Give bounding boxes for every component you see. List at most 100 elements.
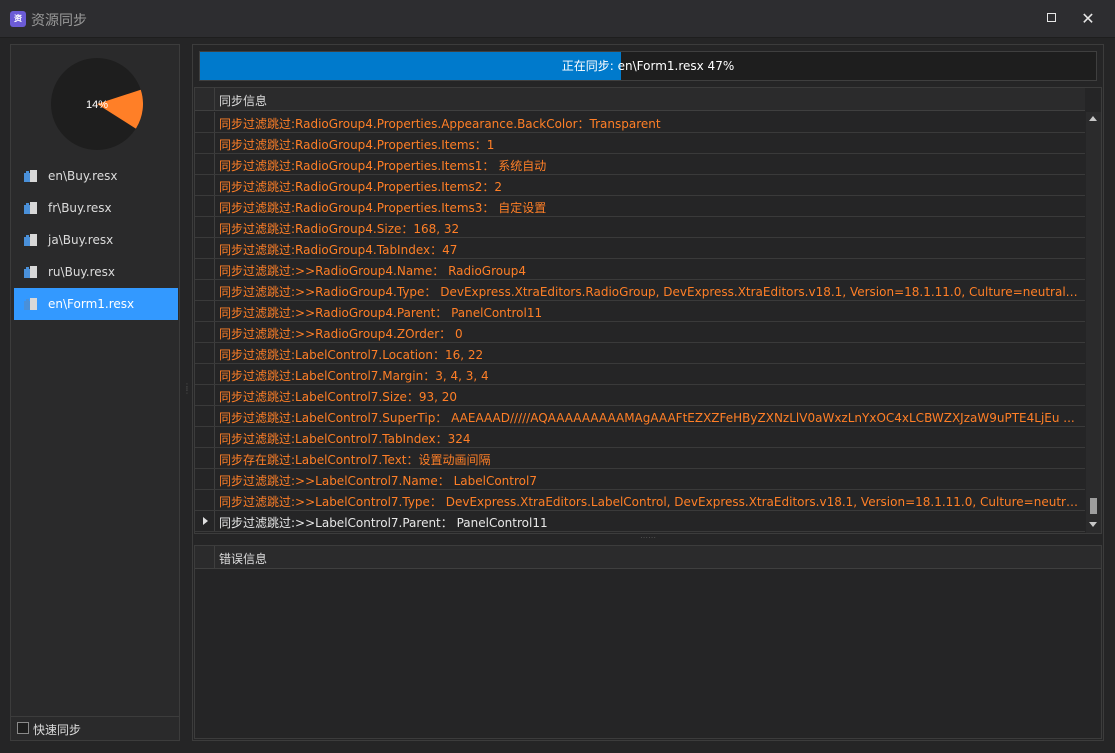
table-row[interactable]: 同步存在跳过:LabelControl7.Text：设置动画间隔 xyxy=(195,448,1085,469)
table-row[interactable]: 同步过滤跳过:LabelControl7.SuperTip： AAEAAAD//… xyxy=(195,406,1085,427)
sync-info-rows: 同步过滤跳过:RadioGroup4.Properties.Appearance… xyxy=(195,112,1085,532)
table-row[interactable]: 同步过滤跳过:RadioGroup4.Properties.Appearance… xyxy=(195,112,1085,133)
row-indicator[interactable] xyxy=(195,322,215,342)
table-row[interactable]: 同步过滤跳过:RadioGroup4.TabIndex：47 xyxy=(195,238,1085,259)
scroll-up-icon[interactable] xyxy=(1089,116,1097,121)
error-info-column-title[interactable]: 错误信息 xyxy=(219,550,267,567)
row-indicator[interactable] xyxy=(195,196,215,216)
sync-message: 同步过滤跳过:LabelControl7.TabIndex：324 xyxy=(219,432,471,446)
table-row[interactable]: 同步过滤跳过:>>LabelControl7.Type： DevExpress.… xyxy=(195,490,1085,511)
file-item[interactable]: ja\Buy.resx xyxy=(14,224,178,256)
table-row[interactable]: 同步过滤跳过:>>RadioGroup4.Parent： PanelContro… xyxy=(195,301,1085,322)
row-indicator[interactable] xyxy=(195,238,215,258)
row-indicator[interactable] xyxy=(195,217,215,237)
table-row[interactable]: 同步过滤跳过:LabelControl7.TabIndex：324 xyxy=(195,427,1085,448)
maximize-icon xyxy=(1046,13,1056,22)
sync-info-header: 同步信息 xyxy=(195,88,1085,111)
table-row[interactable]: 同步过滤跳过:>>RadioGroup4.Type： DevExpress.Xt… xyxy=(195,280,1085,301)
sync-message: 同步过滤跳过:LabelControl7.SuperTip： AAEAAAD//… xyxy=(219,411,1075,425)
resource-file-icon xyxy=(24,266,37,278)
sync-message: 同步过滤跳过:>>LabelControl7.Type： DevExpress.… xyxy=(219,495,1081,509)
row-indicator[interactable] xyxy=(195,364,215,384)
row-indicator[interactable] xyxy=(195,301,215,321)
table-row[interactable]: 同步过滤跳过:RadioGroup4.Size：168, 32 xyxy=(195,217,1085,238)
row-indicator[interactable] xyxy=(195,406,215,426)
table-row[interactable]: 同步过滤跳过:LabelControl7.Margin：3, 4, 3, 4 xyxy=(195,364,1085,385)
sync-message: 同步过滤跳过:LabelControl7.Location：16, 22 xyxy=(219,348,484,362)
scroll-thumb[interactable] xyxy=(1090,498,1097,514)
row-indicator-header xyxy=(195,546,215,568)
sync-message: 同步过滤跳过:>>LabelControl7.Parent： PanelCont… xyxy=(219,516,548,530)
sync-message: 同步过滤跳过:RadioGroup4.Properties.Appearance… xyxy=(219,117,661,131)
quick-sync-label: 快速同步 xyxy=(33,723,82,737)
title-bar: 资 资源同步 ✕ xyxy=(0,0,1115,38)
sync-message: 同步过滤跳过:RadioGroup4.Properties.Items3： 自定… xyxy=(219,201,547,215)
pie-percent-label: 14% xyxy=(86,99,108,111)
file-panel: 14% en\Buy.resx fr\Buy.resx ja\Buy.resx ru\… xyxy=(10,44,180,741)
vertical-scrollbar[interactable] xyxy=(1086,112,1101,533)
file-item-label: ru\Buy.resx xyxy=(48,265,116,279)
row-indicator[interactable] xyxy=(195,112,215,132)
row-indicator[interactable] xyxy=(195,343,215,363)
progress-pie-chart: 14% xyxy=(51,58,143,150)
sync-message: 同步过滤跳过:>>RadioGroup4.Parent： PanelContro… xyxy=(219,306,543,320)
close-icon: ✕ xyxy=(1081,9,1095,28)
window-title: 资源同步 xyxy=(31,13,87,29)
file-item[interactable]: en\Form1.resx xyxy=(14,288,178,320)
table-row[interactable]: 同步过滤跳过:>>RadioGroup4.ZOrder： 0 xyxy=(195,322,1085,343)
table-row[interactable]: 同步过滤跳过:>>LabelControl7.Parent： PanelCont… xyxy=(195,511,1085,532)
file-item[interactable]: ru\Buy.resx xyxy=(14,256,178,288)
row-indicator[interactable] xyxy=(195,511,215,531)
sync-info-column-title[interactable]: 同步信息 xyxy=(219,92,267,109)
row-indicator[interactable] xyxy=(195,469,215,489)
file-item-label: en\Form1.resx xyxy=(48,297,135,311)
current-row-arrow-icon xyxy=(203,517,208,525)
sync-message: 同步过滤跳过:>>RadioGroup4.ZOrder： 0 xyxy=(219,327,463,341)
table-row[interactable]: 同步过滤跳过:RadioGroup4.Properties.Items2：2 xyxy=(195,175,1085,196)
maximize-button[interactable] xyxy=(1033,5,1069,33)
row-indicator[interactable] xyxy=(195,133,215,153)
resource-file-icon xyxy=(24,234,37,246)
row-indicator[interactable] xyxy=(195,175,215,195)
sync-message: 同步过滤跳过:RadioGroup4.TabIndex：47 xyxy=(219,243,458,257)
row-indicator[interactable] xyxy=(195,385,215,405)
sync-info-grid[interactable]: 同步信息 同步过滤跳过:RadioGroup4.Properties.Appea… xyxy=(194,87,1102,534)
sync-message: 同步过滤跳过:>>RadioGroup4.Type： DevExpress.Xt… xyxy=(219,285,1081,299)
sync-message: 同步存在跳过:LabelControl7.Text：设置动画间隔 xyxy=(219,453,491,467)
resource-file-icon xyxy=(24,202,37,214)
sync-panel: 正在同步: en\Form1.resx 47% 同步信息 同步过滤跳过:Radi… xyxy=(192,44,1104,741)
row-indicator[interactable] xyxy=(195,259,215,279)
vertical-splitter-grip[interactable]: ⋮ ⋮ xyxy=(183,383,191,401)
row-indicator[interactable] xyxy=(195,154,215,174)
table-row[interactable]: 同步过滤跳过:RadioGroup4.Properties.Items：1 xyxy=(195,133,1085,154)
row-indicator[interactable] xyxy=(195,490,215,510)
sync-message: 同步过滤跳过:RadioGroup4.Properties.Items2：2 xyxy=(219,180,503,194)
scroll-down-icon[interactable] xyxy=(1089,522,1097,527)
file-item-label: fr\Buy.resx xyxy=(48,201,112,215)
sync-message: 同步过滤跳过:LabelControl7.Size：93, 20 xyxy=(219,390,458,404)
sync-message: 同步过滤跳过:LabelControl7.Margin：3, 4, 3, 4 xyxy=(219,369,489,383)
close-button[interactable]: ✕ xyxy=(1070,5,1106,33)
file-item-label: en\Buy.resx xyxy=(48,169,118,183)
sync-progress-bar: 正在同步: en\Form1.resx 47% xyxy=(199,51,1097,81)
table-row[interactable]: 同步过滤跳过:LabelControl7.Size：93, 20 xyxy=(195,385,1085,406)
app-icon: 资 xyxy=(10,11,26,27)
row-indicator[interactable] xyxy=(195,280,215,300)
quick-sync-checkbox[interactable] xyxy=(17,722,29,734)
row-indicator[interactable] xyxy=(195,427,215,447)
table-row[interactable]: 同步过滤跳过:RadioGroup4.Properties.Items1： 系统… xyxy=(195,154,1085,175)
table-row[interactable]: 同步过滤跳过:>>LabelControl7.Name： LabelContro… xyxy=(195,469,1085,490)
table-row[interactable]: 同步过滤跳过:>>RadioGroup4.Name： RadioGroup4 xyxy=(195,259,1085,280)
progress-text: 正在同步: en\Form1.resx 47% xyxy=(561,59,735,73)
horizontal-splitter-grip[interactable]: ⋯⋯ xyxy=(638,534,658,542)
table-row[interactable]: 同步过滤跳过:RadioGroup4.Properties.Items3： 自定… xyxy=(195,196,1085,217)
sync-message: 同步过滤跳过:RadioGroup4.Size：168, 32 xyxy=(219,222,460,236)
sync-message: 同步过滤跳过:>>RadioGroup4.Name： RadioGroup4 xyxy=(219,264,526,278)
row-indicator[interactable] xyxy=(195,448,215,468)
file-item[interactable]: en\Buy.resx xyxy=(14,160,178,192)
table-row[interactable]: 同步过滤跳过:LabelControl7.Location：16, 22 xyxy=(195,343,1085,364)
file-item[interactable]: fr\Buy.resx xyxy=(14,192,178,224)
quick-sync-bar: 快速同步 xyxy=(11,716,179,740)
error-info-grid[interactable]: 错误信息 xyxy=(194,545,1102,739)
error-info-header: 错误信息 xyxy=(195,546,1101,569)
